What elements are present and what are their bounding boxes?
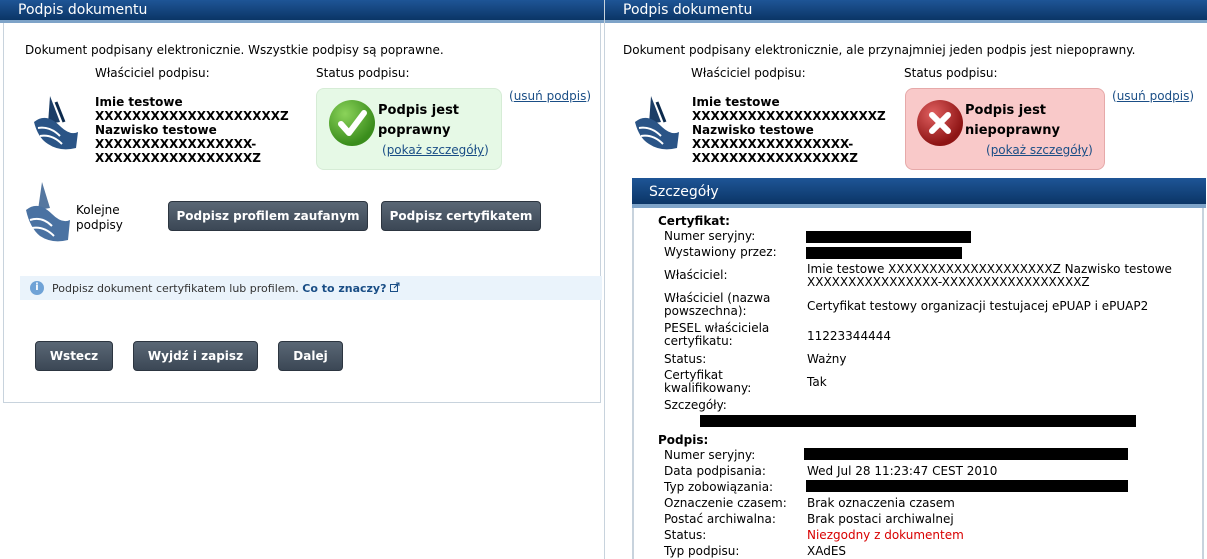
show-details-link[interactable]: pokaż szczegóły — [387, 143, 484, 157]
owner-line: XXXXXXXXXXXXXXXXXZ — [95, 151, 261, 165]
sig-date-label: Data podpisania: — [664, 464, 766, 478]
info-icon: i — [30, 281, 44, 295]
cert-serial-label: Numer seryjny: — [664, 229, 756, 243]
redacted-serial — [806, 231, 971, 243]
redacted-sig-serial — [804, 448, 1128, 460]
next-sigs-line: Kolejne — [76, 203, 120, 217]
details-title: Szczegóły — [632, 178, 1206, 208]
signature-logo-icon — [635, 96, 679, 150]
show-details-link-wrap: (pokaż szczegóły) — [986, 143, 1093, 157]
back-button[interactable]: Wstecz — [35, 341, 113, 371]
cert-common-name-label-1: Właściciel (nazwa — [664, 291, 771, 305]
pesel-label-2: certyfikatu: — [664, 334, 733, 348]
owner-line: Imie testowe — [95, 95, 183, 109]
pesel-value: 11223344444 — [807, 329, 891, 343]
sig-commitment-label: Typ zobowiązania: — [664, 480, 774, 494]
sig-kind-label: Typ podpisu: — [664, 544, 740, 558]
next-signatures-icon — [26, 182, 70, 242]
owner-header: Właściciel podpisu: — [95, 66, 210, 80]
redacted-issuer — [806, 247, 962, 259]
owner-line: XXXXXXXXXXXXXXXXX- — [692, 137, 854, 151]
panel-title: Podpis dokumentu — [605, 0, 1207, 23]
next-button[interactable]: Dalej — [278, 341, 343, 371]
next-signatures-label: Kolejne podpisy — [76, 203, 123, 233]
exit-save-button[interactable]: Wyjdź i zapisz — [133, 341, 258, 371]
signature-logo-icon — [34, 96, 78, 150]
owner-line: Imie testowe — [692, 95, 780, 109]
cert-status-label: Status: — [664, 352, 707, 366]
sig-status-label: Status: — [664, 528, 707, 542]
owner-header: Właściciel podpisu: — [691, 66, 806, 80]
info-text: Podpisz dokument certyfikatem lub profil… — [52, 282, 400, 295]
status-text-line: poprawny — [378, 123, 451, 138]
redacted-commitment — [806, 480, 1128, 492]
owner-name-block: Imie testowe XXXXXXXXXXXXXXXXXXXXZ Nazwi… — [692, 95, 886, 165]
sign-trusted-profile-button[interactable]: Podpisz profilem zaufanym — [168, 201, 368, 231]
sig-kind-value: XAdES — [807, 544, 847, 558]
cert-owner-value-2: XXXXXXXXXXXXXXXX-XXXXXXXXXXXXXXXXXZ — [807, 275, 1090, 289]
cert-status-value: Ważny — [807, 352, 847, 366]
external-link-icon — [390, 282, 400, 292]
remove-signature-link[interactable]: usuń podpis — [1117, 89, 1190, 103]
status-text-line: Podpis jest — [965, 103, 1047, 118]
left-signature-panel: Podpis dokumentu Dokument podpisany elek… — [0, 0, 604, 559]
qualified-label-1: Certyfikat — [664, 368, 723, 382]
cert-owner-value-1: Imie testowe XXXXXXXXXXXXXXXXXXXXZ Nazwi… — [807, 262, 1172, 276]
qualified-value: Tak — [807, 375, 827, 389]
sig-timestamp-value: Brak oznaczenia czasem — [807, 496, 955, 510]
remove-signature-link-wrap: (usuń podpis) — [509, 89, 592, 103]
owner-line: Nazwisko testowe — [95, 123, 217, 137]
owner-name-block: Imie testowe XXXXXXXXXXXXXXXXXXXXZ Nazwi… — [95, 95, 289, 165]
status-text: Podpis jest niepoprawny — [965, 101, 1060, 141]
sig-timestamp-label: Oznaczenie czasem: — [664, 496, 787, 510]
status-valid-box: Podpis jest poprawny (pokaż szczegóły) — [316, 88, 502, 170]
sig-archive-value: Brak postaci archiwalnej — [807, 512, 954, 526]
sig-status-value: Niezgodny z dokumentem — [807, 528, 964, 542]
status-message: Dokument podpisany elektronicznie, ale p… — [623, 43, 1136, 57]
qualified-label-2: kwalifikowany: — [664, 381, 752, 395]
sign-certificate-button[interactable]: Podpisz certyfikatem — [381, 201, 541, 231]
signature-section-title: Podpis: — [658, 433, 709, 447]
sig-serial-label: Numer seryjny: — [664, 448, 756, 462]
remove-signature-link[interactable]: usuń podpis — [514, 89, 587, 103]
redacted-details — [700, 415, 1136, 427]
certificate-section-title: Certyfikat: — [658, 214, 730, 228]
status-header: Status podpisu: — [904, 66, 998, 80]
cert-common-name-value: Certyfikat testowy organizacji testujace… — [807, 299, 1149, 313]
status-header: Status podpisu: — [316, 66, 410, 80]
checkmark-icon — [329, 100, 375, 146]
cert-issuer-label: Wystawiony przez: — [664, 245, 777, 259]
panel-title: Podpis dokumentu — [0, 0, 604, 23]
details-body: Certyfikat: Numer seryjny: Wystawiony pr… — [632, 208, 1204, 559]
error-x-icon — [917, 100, 963, 146]
cert-common-name-label-2: powszechna): — [664, 304, 747, 318]
owner-line: XXXXXXXXXXXXXXXXX- — [95, 137, 257, 151]
what-does-it-mean-link[interactable]: Co to znaczy? — [302, 282, 386, 295]
show-details-link[interactable]: pokaż szczegóły — [991, 143, 1088, 157]
info-message: Podpisz dokument certyfikatem lub profil… — [52, 282, 299, 295]
status-text-line: niepoprawny — [965, 123, 1060, 138]
next-sigs-line: podpisy — [76, 218, 123, 232]
status-invalid-box: Podpis jest niepoprawny (pokaż szczegóły… — [905, 88, 1105, 170]
remove-signature-link-wrap: (usuń podpis) — [1112, 89, 1195, 103]
show-details-link-wrap: (pokaż szczegóły) — [382, 143, 489, 157]
sig-archive-label: Postać archiwalna: — [664, 512, 776, 526]
owner-line: Nazwisko testowe — [692, 123, 814, 137]
signature-details-panel: Szczegóły Certyfikat: Numer seryjny: Wys… — [632, 178, 1206, 559]
info-bar: i Podpisz dokument certyfikatem lub prof… — [20, 276, 602, 300]
status-text-line: Podpis jest — [378, 103, 460, 118]
status-text: Podpis jest poprawny — [378, 101, 459, 141]
cert-details-label: Szczegóły: — [664, 398, 727, 412]
owner-line: XXXXXXXXXXXXXXXXXXXXZ — [95, 109, 289, 123]
owner-line: XXXXXXXXXXXXXXXXXZ — [692, 151, 858, 165]
owner-line: XXXXXXXXXXXXXXXXXXXXZ — [692, 109, 886, 123]
pesel-label-1: PESEL właściciela — [664, 321, 770, 335]
sig-date-value: Wed Jul 28 11:23:47 CEST 2010 — [807, 464, 998, 478]
cert-owner-label: Właściciel: — [664, 268, 728, 282]
status-message: Dokument podpisany elektronicznie. Wszys… — [25, 43, 444, 57]
